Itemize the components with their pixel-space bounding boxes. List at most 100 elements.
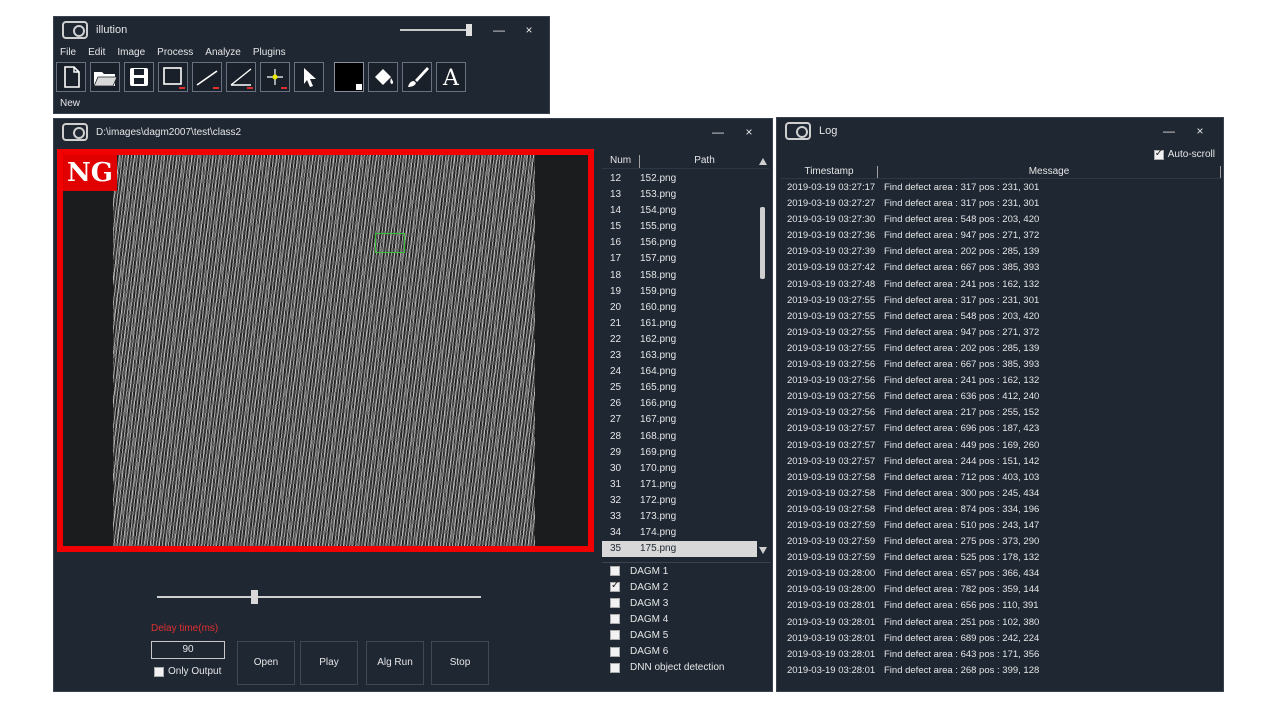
log-entry[interactable]: 2019-03-19 03:28:01 Find defect area : 64… [781, 647, 1221, 663]
log-entry[interactable]: 2019-03-19 03:28:01 Find defect area : 68… [781, 631, 1221, 647]
text-tool-button[interactable]: A [436, 62, 466, 92]
fill-bucket-button[interactable] [368, 62, 398, 92]
detector-checkbox[interactable] [610, 598, 620, 609]
menu-process[interactable]: Process [157, 47, 193, 58]
log-entry[interactable]: 2019-03-19 03:27:56 Find defect area : 66… [781, 357, 1221, 373]
file-list-row[interactable]: 25 165.png [602, 380, 757, 396]
log-entry[interactable]: 2019-03-19 03:28:00 Find defect area : 78… [781, 582, 1221, 598]
autoscroll-option[interactable]: Auto-scroll [1153, 148, 1215, 160]
detector-option[interactable]: DAGM 6 [602, 643, 771, 659]
file-list-row[interactable]: 14 154.png [602, 203, 757, 219]
playback-slider[interactable] [157, 590, 481, 604]
log-entry[interactable]: 2019-03-19 03:27:55 Find defect area : 94… [781, 325, 1221, 341]
detector-checkbox[interactable] [610, 614, 620, 625]
close-button[interactable]: × [520, 22, 538, 38]
menu-plugins[interactable]: Plugins [253, 47, 286, 58]
path-column-header[interactable]: Path [640, 155, 769, 168]
file-list-row[interactable]: 24 164.png [602, 364, 757, 380]
brush-button[interactable] [402, 62, 432, 92]
new-file-button[interactable] [56, 62, 86, 92]
log-entry[interactable]: 2019-03-19 03:27:59 Find defect area : 27… [781, 534, 1221, 550]
log-entry[interactable]: 2019-03-19 03:27:58 Find defect area : 87… [781, 502, 1221, 518]
log-entry[interactable]: 2019-03-19 03:27:56 Find defect area : 21… [781, 405, 1221, 421]
file-list-row[interactable]: 21 161.png [602, 316, 757, 332]
close-button[interactable]: × [740, 124, 758, 140]
line-tool-button[interactable] [192, 62, 222, 92]
play-button[interactable]: Play [300, 641, 358, 685]
minimize-button[interactable]: — [490, 22, 508, 38]
log-entry[interactable]: 2019-03-19 03:27:48 Find defect area : 24… [781, 277, 1221, 293]
color-swatch-button[interactable] [334, 62, 364, 92]
stop-button[interactable]: Stop [431, 641, 489, 685]
detector-option[interactable]: DAGM 2 [602, 579, 771, 595]
log-entry[interactable]: 2019-03-19 03:27:55 Find defect area : 31… [781, 293, 1221, 309]
file-list-row[interactable]: 22 162.png [602, 332, 757, 348]
file-list-row[interactable]: 12 152.png [602, 171, 757, 187]
file-list-row[interactable]: 28 168.png [602, 429, 757, 445]
detector-checkbox[interactable] [610, 662, 620, 673]
detector-checkbox[interactable] [610, 566, 620, 577]
log-entry[interactable]: 2019-03-19 03:27:17 Find defect area : 31… [781, 180, 1221, 196]
file-list-row[interactable]: 31 171.png [602, 477, 757, 493]
only-output-option[interactable]: Only Output [154, 666, 221, 677]
file-list-row[interactable]: 16 156.png [602, 235, 757, 251]
log-entry[interactable]: 2019-03-19 03:27:59 Find defect area : 52… [781, 550, 1221, 566]
detector-checkbox[interactable] [610, 580, 620, 593]
image-canvas[interactable]: NG [57, 149, 594, 552]
num-column-header[interactable]: Num [602, 155, 640, 168]
log-entry[interactable]: 2019-03-19 03:27:58 Find defect area : 71… [781, 470, 1221, 486]
log-entry[interactable]: 2019-03-19 03:28:01 Find defect area : 65… [781, 598, 1221, 614]
scroll-down-icon[interactable] [759, 547, 767, 554]
alg-run-button[interactable]: Alg Run [366, 641, 424, 685]
log-entry[interactable]: 2019-03-19 03:27:57 Find defect area : 44… [781, 438, 1221, 454]
point-tool-button[interactable] [260, 62, 290, 92]
detector-option[interactable]: DNN object detection [602, 660, 771, 676]
detector-checkbox[interactable] [610, 646, 620, 657]
detector-option[interactable]: DAGM 3 [602, 595, 771, 611]
log-entry[interactable]: 2019-03-19 03:27:56 Find defect area : 24… [781, 373, 1221, 389]
log-entry[interactable]: 2019-03-19 03:27:39 Find defect area : 20… [781, 244, 1221, 260]
menu-analyze[interactable]: Analyze [205, 47, 241, 58]
log-entry[interactable]: 2019-03-19 03:27:30 Find defect area : 54… [781, 212, 1221, 228]
delay-time-input[interactable]: 90 [151, 641, 225, 659]
log-entry[interactable]: 2019-03-19 03:27:55 Find defect area : 20… [781, 341, 1221, 357]
menu-edit[interactable]: Edit [88, 47, 105, 58]
detector-option[interactable]: DAGM 4 [602, 611, 771, 627]
file-list-row[interactable]: 23 163.png [602, 348, 757, 364]
only-output-checkbox[interactable] [154, 666, 164, 677]
rectangle-tool-button[interactable] [158, 62, 188, 92]
log-entry[interactable]: 2019-03-19 03:27:55 Find defect area : 54… [781, 309, 1221, 325]
opacity-slider[interactable] [400, 24, 472, 36]
save-button[interactable] [124, 62, 154, 92]
file-list-row[interactable]: 29 169.png [602, 445, 757, 461]
file-list-row[interactable]: 18 158.png [602, 268, 757, 284]
file-list-row[interactable]: 30 170.png [602, 461, 757, 477]
file-list-row[interactable]: 34 174.png [602, 525, 757, 541]
autoscroll-checkbox[interactable] [1153, 148, 1164, 160]
timestamp-column-header[interactable]: Timestamp [781, 166, 878, 178]
log-entry[interactable]: 2019-03-19 03:27:42 Find defect area : 66… [781, 260, 1221, 276]
file-list-row[interactable]: 33 173.png [602, 509, 757, 525]
minimize-button[interactable]: — [1160, 123, 1178, 139]
opacity-slider-knob[interactable] [466, 24, 472, 36]
log-entry[interactable]: 2019-03-19 03:28:01 Find defect area : 26… [781, 663, 1221, 679]
log-entry[interactable]: 2019-03-19 03:28:01 Find defect area : 25… [781, 615, 1221, 631]
menu-image[interactable]: Image [117, 47, 145, 58]
angle-tool-button[interactable] [226, 62, 256, 92]
log-entry[interactable]: 2019-03-19 03:27:57 Find defect area : 24… [781, 454, 1221, 470]
minimize-button[interactable]: — [709, 124, 727, 140]
log-entry[interactable]: 2019-03-19 03:27:56 Find defect area : 63… [781, 389, 1221, 405]
detector-option[interactable]: DAGM 5 [602, 627, 771, 643]
file-list-row[interactable]: 32 172.png [602, 493, 757, 509]
detector-option[interactable]: DAGM 1 [602, 563, 771, 579]
pointer-tool-button[interactable] [294, 62, 324, 92]
detector-checkbox[interactable] [610, 630, 620, 641]
file-list-row[interactable]: 13 153.png [602, 187, 757, 203]
file-list-row[interactable]: 19 159.png [602, 284, 757, 300]
file-list-scrollbar[interactable] [757, 155, 769, 556]
playback-slider-knob[interactable] [251, 590, 258, 604]
file-list-row[interactable]: 17 157.png [602, 251, 757, 267]
open-folder-button[interactable] [90, 62, 120, 92]
log-entry[interactable]: 2019-03-19 03:27:36 Find defect area : 94… [781, 228, 1221, 244]
open-button[interactable]: Open [237, 641, 295, 685]
